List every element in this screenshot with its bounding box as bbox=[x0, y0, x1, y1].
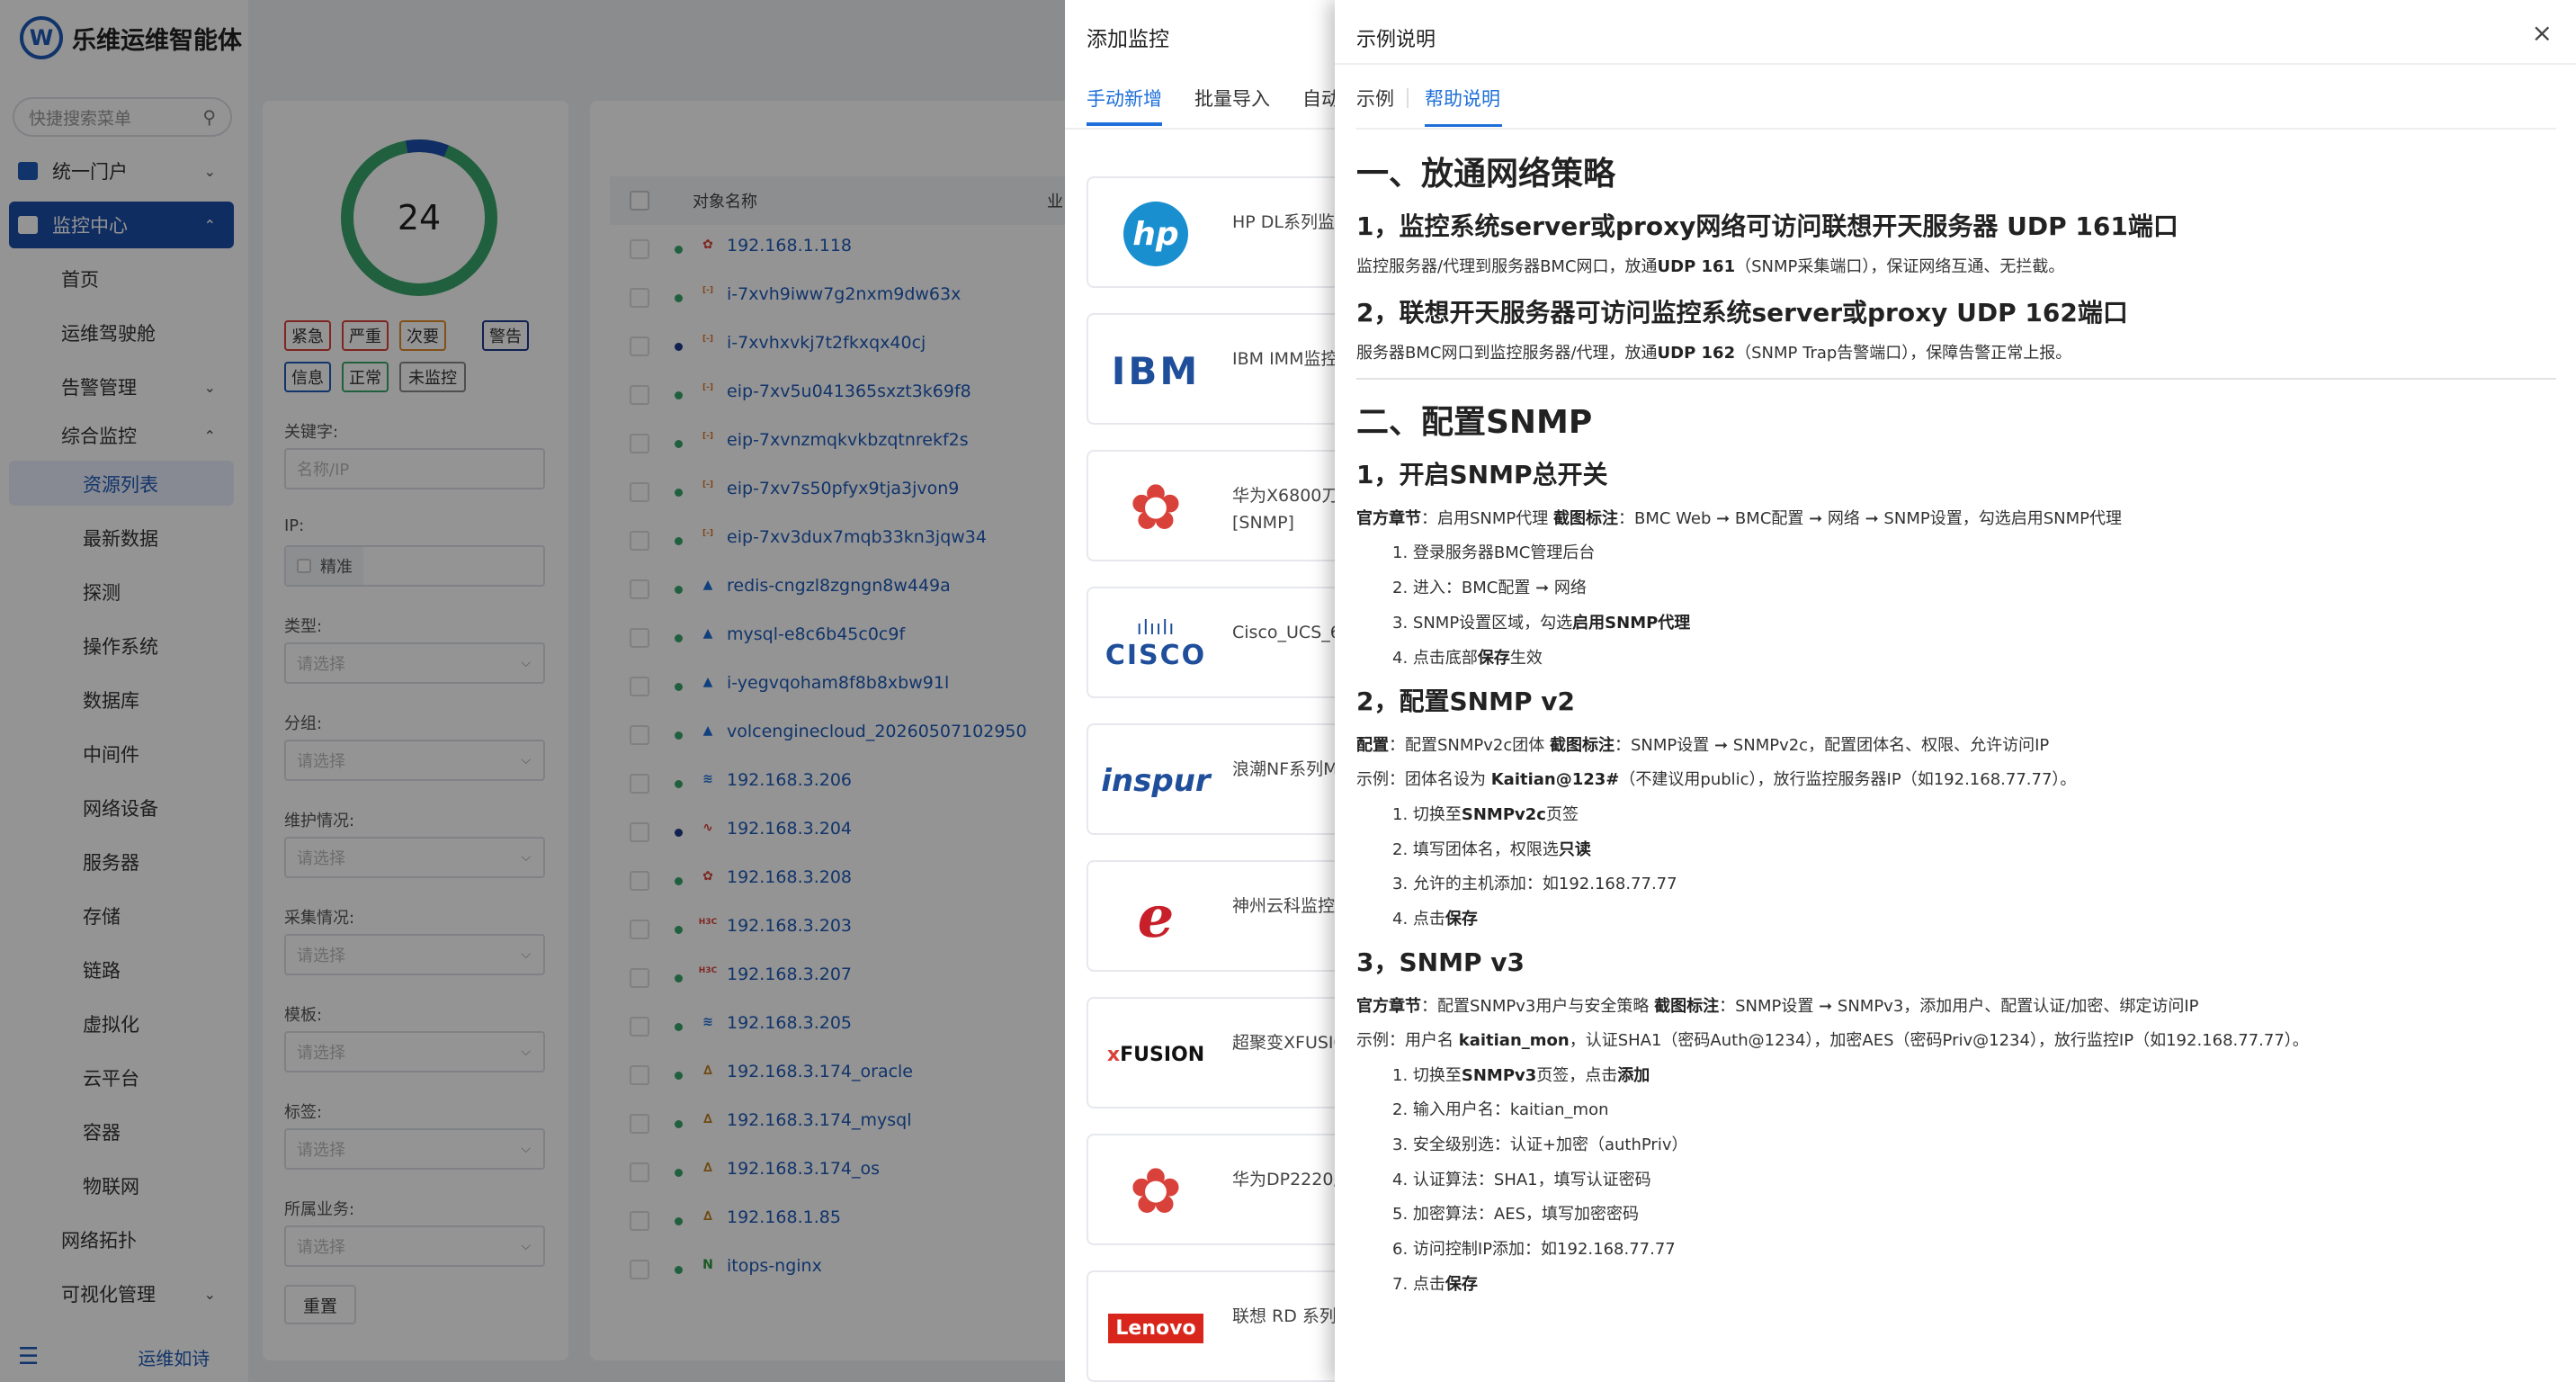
list-item: 2. 输入用户名：kaitian_mon bbox=[1392, 1100, 1609, 1119]
xfusion-logo-icon: xFUSION bbox=[1106, 1043, 1205, 1066]
help-drawer-title: 示例说明 bbox=[1356, 29, 1436, 51]
add-monitor-title: 添加监控 bbox=[1087, 28, 1169, 51]
card-logo: ✿ bbox=[1097, 464, 1214, 551]
list-item: 4. 认证算法：SHA1，填写认证密码 bbox=[1392, 1171, 1651, 1189]
step-udp162-text: 服务器BMC网口到监控服务器/代理，放通UDP 162（SNMP Trap告警端… bbox=[1356, 344, 2072, 363]
active-tab-indicator bbox=[1087, 122, 1162, 126]
list-item: 1. 切换至SNMPv3页签，点击添加 bbox=[1392, 1066, 1650, 1085]
help-drawer: 示例说明 × 示例 帮助说明 一、放通网络策略 1，监控系统server或pro… bbox=[1335, 0, 2576, 1382]
card-logo: inspur bbox=[1097, 738, 1214, 824]
close-icon[interactable]: × bbox=[2532, 18, 2553, 48]
card-logo: ✿ bbox=[1097, 1148, 1214, 1234]
huawei-logo-icon: ✿ bbox=[1129, 471, 1183, 544]
active-tab-indicator bbox=[1425, 124, 1502, 127]
digital-china-logo-icon: ℯ bbox=[1137, 884, 1175, 951]
list-item: 5. 加密算法：AES，填写加密密码 bbox=[1392, 1205, 1640, 1224]
step-udp161-text: 监控服务器/代理到服务器BMC网口，放通UDP 161（SNMP采集端口），保证… bbox=[1356, 257, 2065, 276]
step-udp161-title: 1，监控系统server或proxy网络可访问联想开天服务器 UDP 161端口 bbox=[1356, 211, 2178, 241]
section-snmp-title: 二、配置SNMP bbox=[1356, 404, 1593, 441]
tab-help[interactable]: 帮助说明 bbox=[1425, 85, 1500, 112]
step-snmp-switch-title: 1，开启SNMP总开关 bbox=[1356, 460, 1608, 489]
hp-logo-icon: hp bbox=[1123, 202, 1188, 266]
ibm-logo-icon: IBM bbox=[1111, 348, 1201, 393]
section-divider bbox=[1356, 378, 2556, 380]
card-logo: ılıılı CISCO bbox=[1097, 601, 1214, 687]
list-item: 7. 点击保存 bbox=[1392, 1275, 1478, 1294]
huawei-logo-icon: ✿ bbox=[1129, 1154, 1183, 1228]
step-udp162-title: 2，联想开天服务器可访问监控系统server或proxy UDP 162端口 bbox=[1356, 298, 2128, 328]
list-item: 1. 登录服务器BMC管理后台 bbox=[1392, 543, 1596, 562]
lenovo-logo-icon: Lenovo bbox=[1108, 1313, 1203, 1343]
tab-manual-add[interactable]: 手动新增 bbox=[1087, 85, 1162, 112]
list-item: 2. 进入：BMC配置 ➞ 网络 bbox=[1392, 579, 1587, 597]
cisco-logo-icon: ılıılı CISCO bbox=[1105, 617, 1207, 671]
inspur-logo-icon: inspur bbox=[1101, 763, 1211, 799]
list-item: 6. 访问控制IP添加：如192.168.77.77 bbox=[1392, 1240, 1676, 1259]
tab-batch-import[interactable]: 批量导入 bbox=[1194, 85, 1270, 112]
card-logo: hp bbox=[1097, 191, 1214, 277]
list-item: 3. 允许的主机添加：如192.168.77.77 bbox=[1392, 875, 1677, 893]
step-snmpv2-desc: 配置：配置SNMPv2c团体 截图标注：SNMP设置 ➞ SNMPv2c，配置团… bbox=[1356, 736, 2050, 755]
header-divider bbox=[1335, 63, 2576, 65]
list-item: 1. 切换至SNMPv2c页签 bbox=[1392, 805, 1579, 824]
tab-example[interactable]: 示例 bbox=[1356, 85, 1394, 112]
card-logo: Lenovo bbox=[1097, 1285, 1214, 1371]
list-item: 3. SNMP设置区域，勾选启用SNMP代理 bbox=[1392, 614, 1691, 633]
step-snmpv2-example: 示例：团体名设为 Kaitian@123#（不建议用public），放行监控服务… bbox=[1356, 770, 2077, 789]
card-logo: ℯ bbox=[1097, 875, 1214, 961]
list-item: 4. 点击底部保存生效 bbox=[1392, 649, 1543, 668]
tab-separator bbox=[1407, 88, 1409, 108]
step-snmpv3-example: 示例：用户名 kaitian_mon，认证SHA1（密码Auth@1234），加… bbox=[1356, 1031, 2309, 1050]
section-network-title: 一、放通网络策略 bbox=[1356, 156, 1616, 193]
list-item: 4. 点击保存 bbox=[1392, 910, 1478, 929]
tabs-divider bbox=[1356, 128, 2556, 130]
list-item: 3. 安全级别选：认证+加密（authPriv） bbox=[1392, 1135, 1688, 1154]
step-snmpv2-title: 2，配置SNMP v2 bbox=[1356, 687, 1575, 716]
step-snmpv3-desc: 官方章节：配置SNMPv3用户与安全策略 截图标注：SNMP设置 ➞ SNMPv… bbox=[1356, 997, 2199, 1016]
card-logo: xFUSION bbox=[1097, 1011, 1214, 1098]
list-item: 2. 填写团体名，权限选只读 bbox=[1392, 840, 1591, 859]
card-logo: IBM bbox=[1097, 328, 1214, 414]
step-snmp-switch-desc: 官方章节：启用SNMP代理 截图标注：BMC Web ➞ BMC配置 ➞ 网络 … bbox=[1356, 509, 2122, 528]
step-snmpv3-title: 3，SNMP v3 bbox=[1356, 947, 1525, 977]
